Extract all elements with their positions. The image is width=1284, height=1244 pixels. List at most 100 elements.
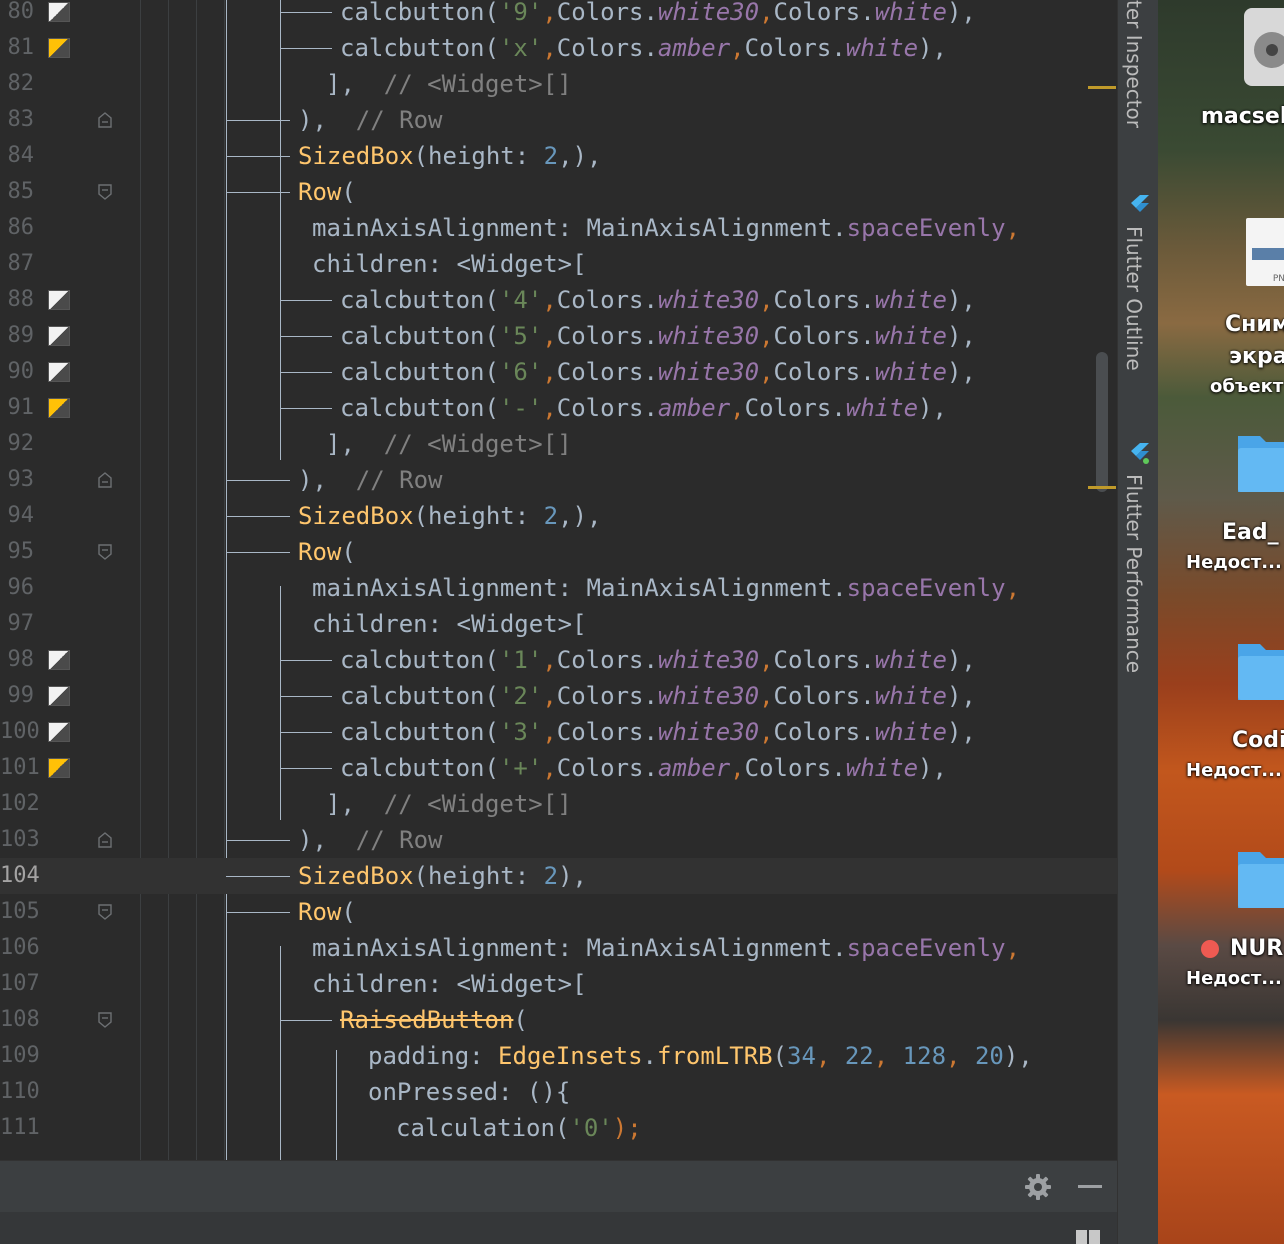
- line-number[interactable]: 103: [0, 822, 40, 858]
- code-text[interactable]: calcbutton('+',Colors.amber,Colors.white…: [340, 750, 947, 786]
- code-line[interactable]: 96 mainAxisAlignment: MainAxisAlignment.s…: [0, 570, 1117, 606]
- code-text[interactable]: Row(: [298, 174, 356, 210]
- code-line[interactable]: 110 onPressed: (){: [0, 1074, 1117, 1110]
- code-line[interactable]: 93 ), // Row: [0, 462, 1117, 498]
- code-text[interactable]: calcbutton('3',Colors.white30,Colors.whi…: [340, 714, 976, 750]
- code-line[interactable]: 109 padding: EdgeInsets.fromLTRB(34, 22, …: [0, 1038, 1117, 1074]
- code-text[interactable]: calculation('0');: [396, 1110, 642, 1146]
- error-stripe-mark[interactable]: [1088, 86, 1116, 89]
- color-swatch-icon[interactable]: [48, 290, 70, 310]
- code-text[interactable]: SizedBox(height: 2,),: [298, 498, 601, 534]
- folder-icon[interactable]: [1234, 846, 1284, 908]
- code-line[interactable]: 89 calcbutton('5',Colors.white30,Colors.w…: [0, 318, 1117, 354]
- code-text[interactable]: calcbutton('-',Colors.amber,Colors.white…: [340, 390, 947, 426]
- code-line[interactable]: 106 mainAxisAlignment: MainAxisAlignment.…: [0, 930, 1117, 966]
- line-number[interactable]: 104: [0, 858, 40, 894]
- line-number[interactable]: 100: [0, 714, 40, 750]
- code-line[interactable]: 87 children: <Widget>[: [0, 246, 1117, 282]
- fold-collapse-icon[interactable]: [98, 1012, 112, 1028]
- code-text[interactable]: calcbutton('2',Colors.white30,Colors.whi…: [340, 678, 976, 714]
- line-number[interactable]: 82: [0, 66, 35, 102]
- code-line[interactable]: 80 calcbutton('9',Colors.white30,Colors.w…: [0, 0, 1117, 30]
- line-number[interactable]: 98: [0, 642, 35, 678]
- code-line[interactable]: 82], // <Widget>[]: [0, 66, 1117, 102]
- line-number[interactable]: 80: [0, 0, 35, 30]
- code-text[interactable]: Row(: [298, 534, 356, 570]
- editor-scrollbar[interactable]: [1096, 352, 1108, 492]
- line-number[interactable]: 84: [0, 138, 35, 174]
- color-swatch-icon[interactable]: [48, 362, 70, 382]
- fold-collapse-icon[interactable]: [98, 544, 112, 560]
- code-text[interactable]: ], // <Widget>[]: [326, 786, 572, 822]
- line-number[interactable]: 88: [0, 282, 35, 318]
- code-line[interactable]: 85 Row(: [0, 174, 1117, 210]
- line-number[interactable]: 111: [0, 1110, 40, 1146]
- code-line[interactable]: 83), // Row: [0, 102, 1117, 138]
- code-line[interactable]: 91 calcbutton('-',Colors.amber,Colors.whi…: [0, 390, 1117, 426]
- code-line[interactable]: 97 children: <Widget>[: [0, 606, 1117, 642]
- color-swatch-icon[interactable]: [48, 326, 70, 346]
- line-number[interactable]: 92: [0, 426, 35, 462]
- line-number[interactable]: 96: [0, 570, 35, 606]
- line-number[interactable]: 106: [0, 930, 40, 966]
- line-number[interactable]: 81: [0, 30, 35, 66]
- code-text[interactable]: children: <Widget>[: [312, 606, 587, 642]
- line-number[interactable]: 102: [0, 786, 40, 822]
- color-swatch-icon[interactable]: [48, 650, 70, 670]
- line-number[interactable]: 107: [0, 966, 40, 1002]
- code-line[interactable]: 88 calcbutton('4',Colors.white30,Colors.w…: [0, 282, 1117, 318]
- code-text[interactable]: mainAxisAlignment: MainAxisAlignment.spa…: [312, 210, 1020, 246]
- code-text[interactable]: children: <Widget>[: [312, 966, 587, 1002]
- line-number[interactable]: 94: [0, 498, 35, 534]
- line-number[interactable]: 93: [0, 462, 35, 498]
- code-text[interactable]: RaisedButton(: [340, 1002, 528, 1038]
- gear-icon[interactable]: [1024, 1173, 1052, 1201]
- code-line[interactable]: 104 SizedBox(height: 2),: [0, 858, 1117, 894]
- code-editor[interactable]: 80 calcbutton('9',Colors.white30,Colors.w…: [0, 0, 1117, 1160]
- code-line[interactable]: 100 calcbutton('3',Colors.white30,Colors.…: [0, 714, 1117, 750]
- code-line[interactable]: 90 calcbutton('6',Colors.white30,Colors.w…: [0, 354, 1117, 390]
- flutter-performance-tab[interactable]: Flutter Performance: [1122, 474, 1146, 673]
- code-text[interactable]: SizedBox(height: 2,),: [298, 138, 601, 174]
- line-number[interactable]: 95: [0, 534, 35, 570]
- hard-drive-icon[interactable]: [1242, 6, 1284, 88]
- flutter-outline-tab[interactable]: Flutter Outline: [1122, 226, 1146, 371]
- code-text[interactable]: padding: EdgeInsets.fromLTRB(34, 22, 128…: [368, 1038, 1033, 1074]
- color-swatch-icon[interactable]: [48, 722, 70, 742]
- png-file-icon[interactable]: PNG: [1246, 218, 1284, 286]
- line-number[interactable]: 109: [0, 1038, 40, 1074]
- line-number[interactable]: 90: [0, 354, 35, 390]
- line-number[interactable]: 89: [0, 318, 35, 354]
- code-text[interactable]: children: <Widget>[: [312, 246, 587, 282]
- color-swatch-icon[interactable]: [48, 2, 70, 22]
- code-line[interactable]: 94 SizedBox(height: 2,),: [0, 498, 1117, 534]
- code-line[interactable]: 95 Row(: [0, 534, 1117, 570]
- line-number[interactable]: 105: [0, 894, 40, 930]
- code-text[interactable]: ), // Row: [298, 822, 443, 858]
- fold-end-icon[interactable]: [98, 472, 112, 488]
- code-text[interactable]: calcbutton('5',Colors.white30,Colors.whi…: [340, 318, 976, 354]
- line-number[interactable]: 110: [0, 1074, 40, 1110]
- code-text[interactable]: ], // <Widget>[]: [326, 426, 572, 462]
- color-swatch-icon[interactable]: [48, 686, 70, 706]
- code-text[interactable]: mainAxisAlignment: MainAxisAlignment.spa…: [312, 570, 1020, 606]
- minimize-icon[interactable]: [1078, 1185, 1102, 1188]
- error-stripe-mark[interactable]: [1088, 486, 1116, 489]
- code-text[interactable]: calcbutton('4',Colors.white30,Colors.whi…: [340, 282, 976, 318]
- code-text[interactable]: calcbutton('6',Colors.white30,Colors.whi…: [340, 354, 976, 390]
- line-number[interactable]: 101: [0, 750, 40, 786]
- code-text[interactable]: calcbutton('x',Colors.amber,Colors.white…: [340, 30, 947, 66]
- fold-collapse-icon[interactable]: [98, 904, 112, 920]
- code-line[interactable]: 102 ], // <Widget>[]: [0, 786, 1117, 822]
- code-line[interactable]: 101 calcbutton('+',Colors.amber,Colors.wh…: [0, 750, 1117, 786]
- folder-icon[interactable]: [1234, 430, 1284, 492]
- code-text[interactable]: mainAxisAlignment: MainAxisAlignment.spa…: [312, 930, 1020, 966]
- code-line[interactable]: 84 SizedBox(height: 2,),: [0, 138, 1117, 174]
- line-number[interactable]: 108: [0, 1002, 40, 1038]
- code-text[interactable]: SizedBox(height: 2),: [298, 858, 587, 894]
- code-text[interactable]: onPressed: (){: [368, 1074, 570, 1110]
- code-text[interactable]: ), // Row: [298, 462, 443, 498]
- layout-icon[interactable]: [1076, 1228, 1100, 1244]
- fold-end-icon[interactable]: [98, 112, 112, 128]
- code-line[interactable]: 81 calcbutton('x',Colors.amber,Colors.whi…: [0, 30, 1117, 66]
